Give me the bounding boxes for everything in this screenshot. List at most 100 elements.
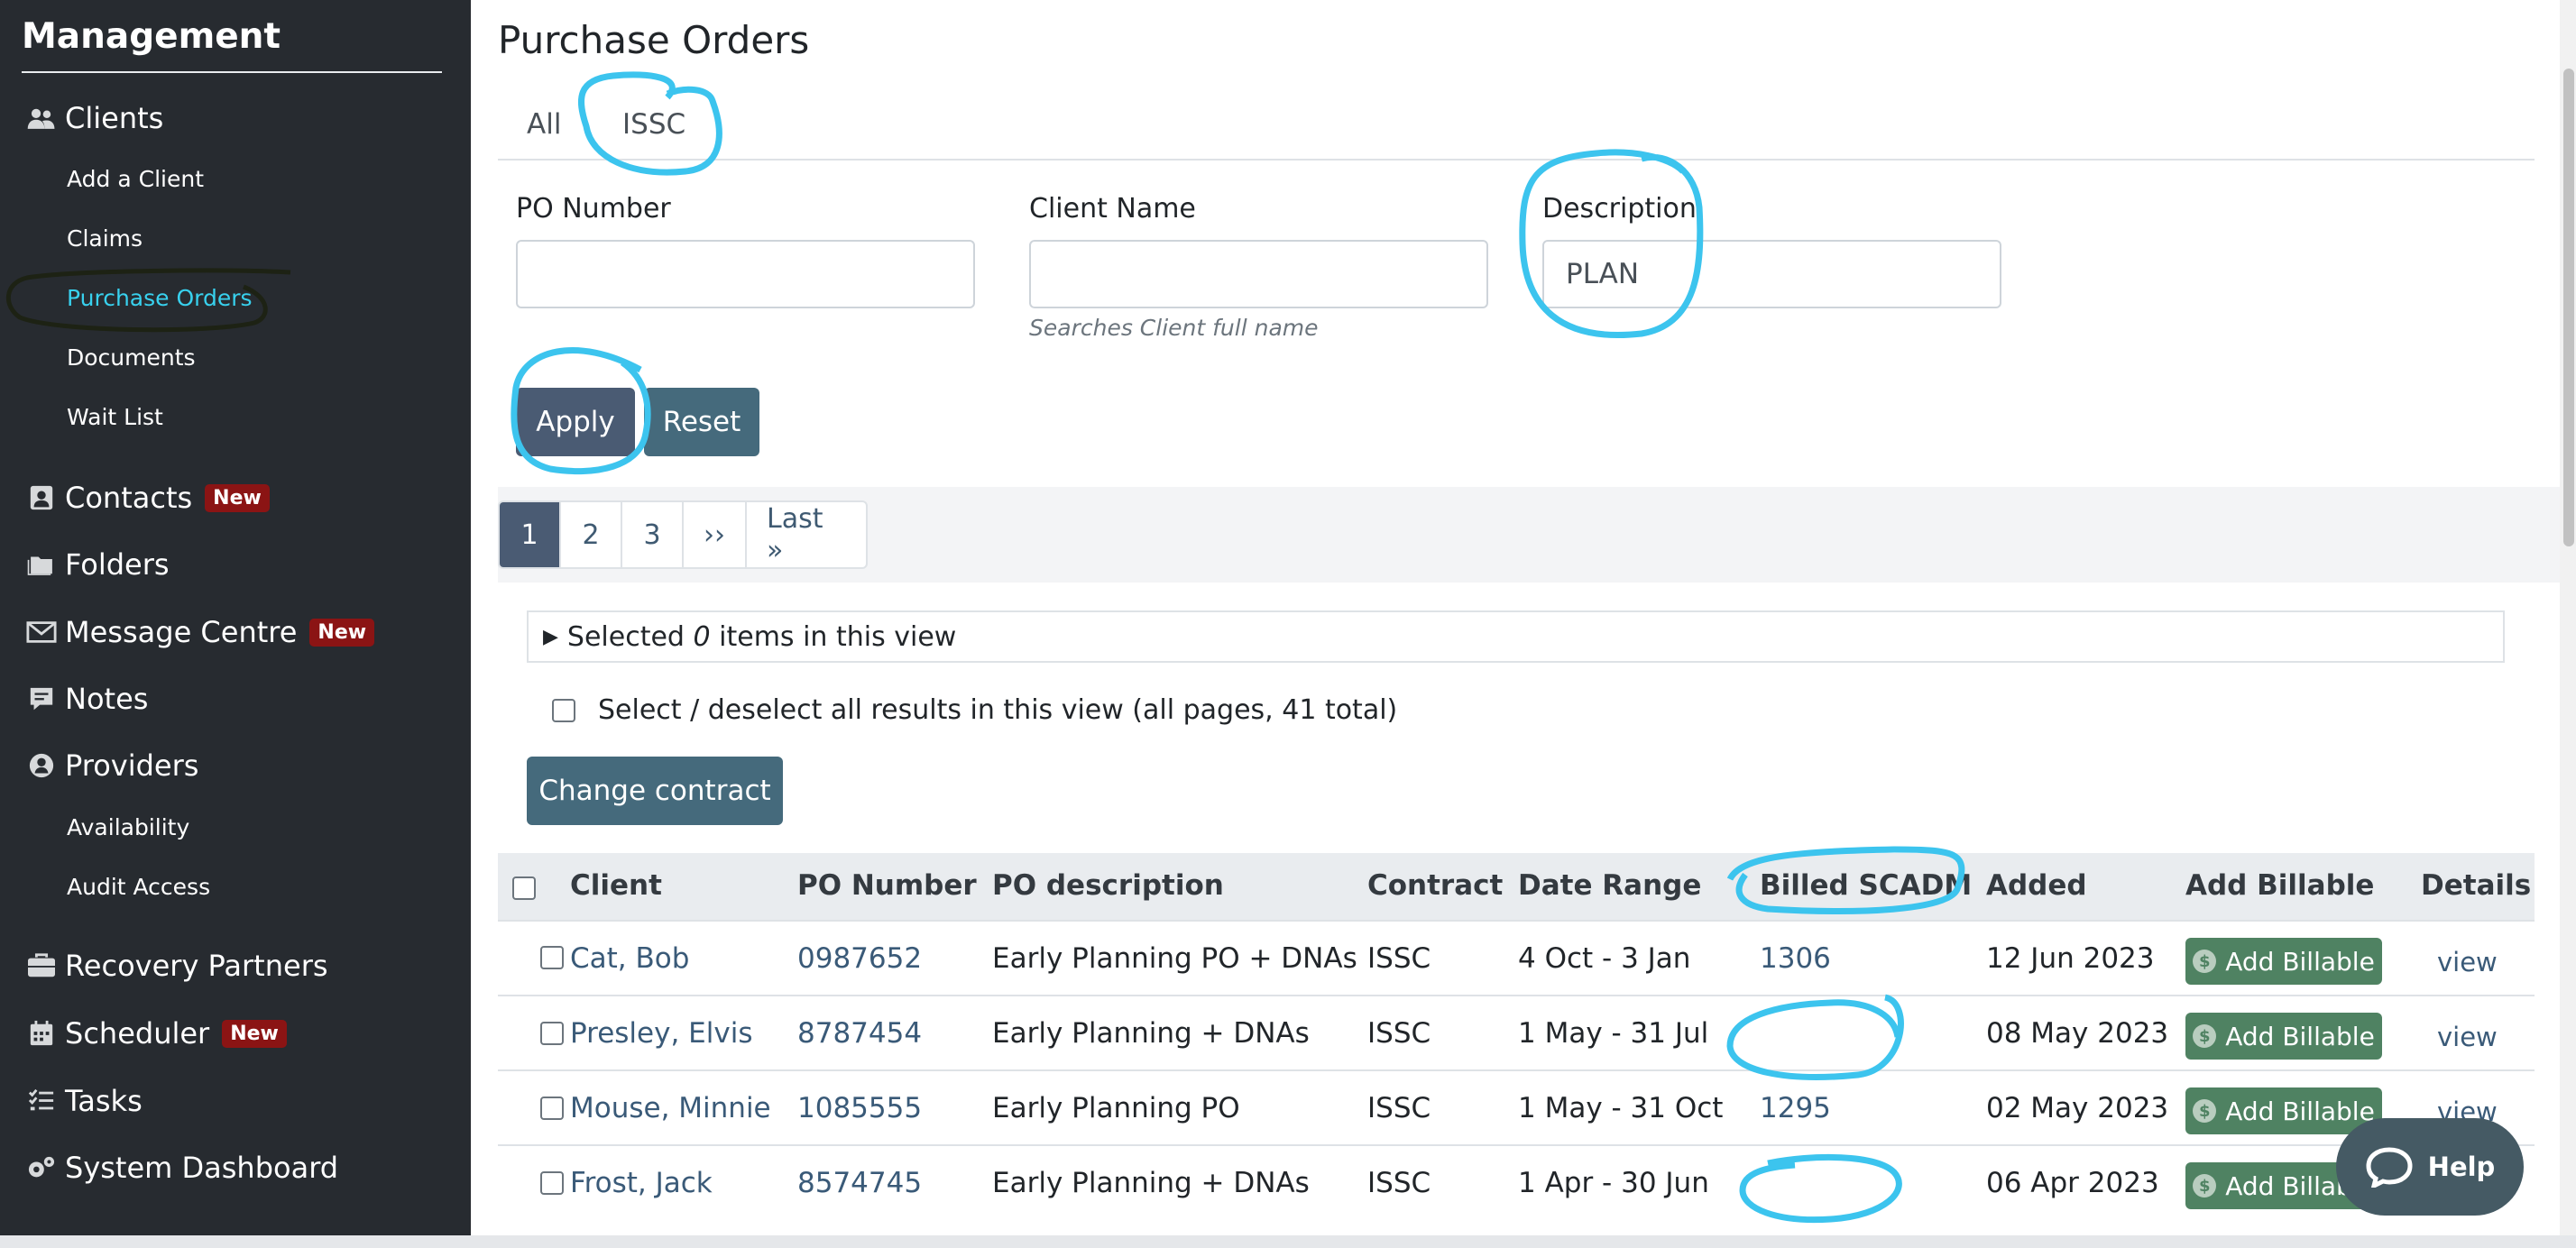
client-link[interactable]: Cat, Bob xyxy=(570,942,689,975)
sidebar-item-contacts[interactable]: Contacts New xyxy=(23,481,270,515)
sidebar-item-label: Scheduler xyxy=(65,1016,210,1051)
tab-all[interactable]: All xyxy=(527,108,561,141)
tab-issc[interactable]: ISSC xyxy=(622,108,685,141)
change-contract-button[interactable]: Change contract xyxy=(527,757,783,825)
add-billable-label: Add Billable xyxy=(2225,946,2375,977)
sidebar-item-tasks[interactable]: Tasks xyxy=(23,1084,143,1118)
sidebar-item-label: Message Centre xyxy=(65,615,298,649)
sidebar-item-recovery-partners[interactable]: Recovery Partners xyxy=(23,949,328,983)
po-number-link[interactable]: 0987652 xyxy=(797,942,922,975)
sidebar-item-system-dashboard[interactable]: System Dashboard xyxy=(23,1151,338,1185)
envelope-icon xyxy=(23,617,60,647)
sidebar-item-clients[interactable]: Clients xyxy=(23,101,163,135)
add-billable-button[interactable]: $ Add Billable xyxy=(2185,1087,2382,1134)
billed-scadm-link[interactable]: 1295 xyxy=(1760,1092,1831,1124)
add-billable-label: Add Billable xyxy=(2225,1021,2375,1051)
description-input[interactable] xyxy=(1542,240,2001,308)
sidebar-item-documents[interactable]: Documents xyxy=(67,344,196,371)
added-date: 08 May 2023 xyxy=(1986,1017,2169,1050)
col-po-number[interactable]: PO Number xyxy=(797,869,977,902)
sidebar-item-label: Contacts xyxy=(65,481,193,515)
col-date-range[interactable]: Date Range xyxy=(1518,869,1701,902)
po-number-link[interactable]: 8787454 xyxy=(797,1017,922,1050)
user-circle-icon xyxy=(23,750,60,781)
sidebar-item-notes[interactable]: Notes xyxy=(23,682,148,716)
client-link[interactable]: Presley, Elvis xyxy=(570,1017,752,1050)
view-link[interactable]: view xyxy=(2437,947,2498,977)
po-description: Early Planning + DNAs xyxy=(992,1167,1310,1199)
row-checkbox[interactable] xyxy=(540,1097,564,1120)
date-range: 4 Oct - 3 Jan xyxy=(1518,942,1691,975)
contract: ISSC xyxy=(1367,1092,1431,1124)
page-3-link[interactable]: 3 xyxy=(622,502,684,567)
row-checkbox[interactable] xyxy=(540,946,564,969)
col-billed-scadm[interactable]: Billed SCADM xyxy=(1760,869,1972,902)
add-billable-button[interactable]: $ Add Billable xyxy=(2185,938,2382,985)
task-list-icon xyxy=(23,1086,60,1116)
add-billable-label: Add Billable xyxy=(2225,1096,2375,1126)
added-date: 12 Jun 2023 xyxy=(1986,942,2155,975)
sidebar-item-wait-list[interactable]: Wait List xyxy=(67,404,163,430)
billed-scadm-link[interactable]: 1306 xyxy=(1760,942,1831,975)
expand-triangle-icon: ▶ xyxy=(543,625,558,648)
sidebar-item-audit-access[interactable]: Audit Access xyxy=(67,874,210,900)
sidebar-item-providers[interactable]: Providers xyxy=(23,748,198,783)
contract: ISSC xyxy=(1367,1017,1431,1050)
sidebar-item-claims[interactable]: Claims xyxy=(67,225,143,252)
header-select-checkbox[interactable] xyxy=(512,876,536,900)
added-date: 06 Apr 2023 xyxy=(1986,1167,2159,1199)
dollar-icon: $ xyxy=(2193,1099,2217,1123)
client-name-help: Searches Client full name xyxy=(1029,315,1319,341)
reset-button[interactable]: Reset xyxy=(644,388,759,456)
page-1-link[interactable]: 1 xyxy=(500,502,561,567)
sidebar-item-label: Notes xyxy=(65,682,149,716)
col-client[interactable]: Client xyxy=(570,869,662,902)
row-checkbox[interactable] xyxy=(540,1022,564,1045)
tab-divider xyxy=(498,159,2535,161)
col-added[interactable]: Added xyxy=(1986,869,2087,902)
help-label: Help xyxy=(2427,1152,2496,1182)
contact-card-icon xyxy=(23,482,60,513)
date-range: 1 May - 31 Jul xyxy=(1518,1017,1709,1050)
sidebar-item-message-centre[interactable]: Message Centre New xyxy=(23,615,375,649)
sidebar-item-label: Folders xyxy=(65,547,170,582)
sidebar: Management Clients Add a Client Claims P… xyxy=(0,0,471,1235)
po-number-link[interactable]: 8574745 xyxy=(797,1167,922,1199)
sidebar-item-label: Providers xyxy=(65,748,199,783)
add-billable-button[interactable]: $ Add Billable xyxy=(2185,1013,2382,1060)
briefcase-icon xyxy=(23,950,60,981)
row-checkbox[interactable] xyxy=(540,1171,564,1195)
selection-count: 0 xyxy=(693,620,711,653)
view-link[interactable]: view xyxy=(2437,1022,2498,1052)
description-label: Description xyxy=(1542,193,1697,225)
sidebar-item-availability[interactable]: Availability xyxy=(67,814,189,840)
selection-summary[interactable]: ▶ Selected 0 items in this view xyxy=(527,610,2505,663)
new-badge: New xyxy=(222,1019,287,1048)
col-contract[interactable]: Contract xyxy=(1367,869,1503,902)
dollar-icon: $ xyxy=(2193,950,2217,973)
client-link[interactable]: Frost, Jack xyxy=(570,1167,713,1199)
sidebar-item-scheduler[interactable]: Scheduler New xyxy=(23,1016,287,1051)
po-number-input[interactable] xyxy=(516,240,975,308)
sidebar-item-label: Tasks xyxy=(65,1084,143,1118)
select-all-checkbox[interactable] xyxy=(552,698,575,722)
po-description: Early Planning PO + DNAs xyxy=(992,942,1357,975)
sidebar-item-folders[interactable]: Folders xyxy=(23,547,170,582)
client-link[interactable]: Mouse, Minnie xyxy=(570,1092,771,1124)
client-name-label: Client Name xyxy=(1029,193,1196,225)
client-name-input[interactable] xyxy=(1029,240,1488,308)
sidebar-item-label: Clients xyxy=(65,101,164,135)
po-number-link[interactable]: 1085555 xyxy=(797,1092,922,1124)
scrollbar-thumb[interactable] xyxy=(2563,69,2574,546)
help-button[interactable]: Help xyxy=(2336,1118,2524,1216)
sidebar-item-purchase-orders[interactable]: Purchase Orders xyxy=(67,285,253,311)
sidebar-item-add-client[interactable]: Add a Client xyxy=(67,166,204,192)
col-po-description[interactable]: PO description xyxy=(992,869,1224,902)
date-range: 1 Apr - 30 Jun xyxy=(1518,1167,1709,1199)
new-badge: New xyxy=(309,618,375,647)
last-page-link[interactable]: Last » xyxy=(747,502,866,567)
page-2-link[interactable]: 2 xyxy=(561,502,622,567)
next-page-link[interactable]: ›› xyxy=(684,502,747,567)
pagination: 1 2 3 ›› Last » xyxy=(498,500,868,569)
apply-button[interactable]: Apply xyxy=(516,388,635,456)
